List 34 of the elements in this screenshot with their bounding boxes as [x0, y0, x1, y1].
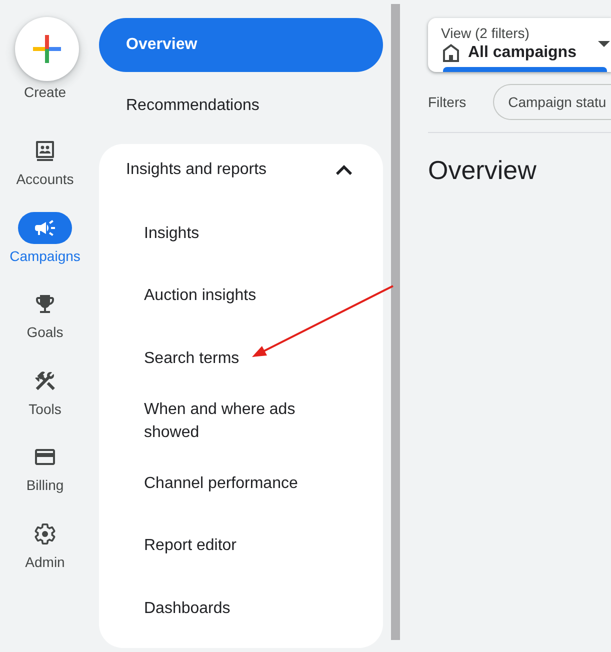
megaphone-icon [18, 212, 72, 244]
filter-chip[interactable]: Campaign statu [493, 84, 611, 120]
create-label: Create [24, 84, 66, 100]
nav-item[interactable]: Overview [99, 18, 383, 72]
settings-icon [33, 522, 57, 546]
caret-icon [598, 41, 610, 47]
trophy-icon [33, 292, 57, 316]
nav-item[interactable]: Recommendations [99, 79, 383, 133]
nav-subitem[interactable]: Report editor [99, 514, 383, 577]
chevron-up-icon [336, 165, 352, 175]
people-card-icon [33, 139, 57, 163]
filters-label: Filters [428, 94, 466, 110]
nav-subitem[interactable]: Insights [99, 202, 383, 264]
nav-subitem[interactable]: Dashboards [99, 577, 383, 640]
hammer-wrench-icon [33, 368, 57, 392]
nav-subitem[interactable]: When and where ads showed [99, 390, 383, 452]
rail-item[interactable]: Admin [3, 518, 87, 570]
create-button[interactable] [15, 17, 79, 81]
rail-item[interactable]: Tools [3, 364, 87, 416]
home-icon [443, 44, 459, 62]
nav-subitem[interactable]: Search terms [99, 327, 383, 390]
nav-subitem[interactable]: Auction insights [99, 264, 383, 327]
rail-item[interactable]: Accounts [3, 135, 87, 187]
rail-item[interactable]: Billing [3, 441, 87, 493]
rail-item[interactable]: Goals [3, 288, 87, 340]
view-label: View (2 filters) [441, 25, 530, 41]
nav-group-header[interactable]: Insights and reports [99, 144, 383, 196]
plus-icon [33, 35, 61, 63]
view-value: All campaigns [468, 43, 576, 63]
page-title: Overview [428, 154, 538, 186]
view-dropdown[interactable]: View (2 filters) All campaigns [428, 18, 611, 72]
rail-item[interactable]: Campaigns [3, 212, 87, 264]
scrollbar-thumb[interactable] [391, 4, 400, 640]
nav-subitem[interactable]: Channel performance [99, 452, 383, 514]
